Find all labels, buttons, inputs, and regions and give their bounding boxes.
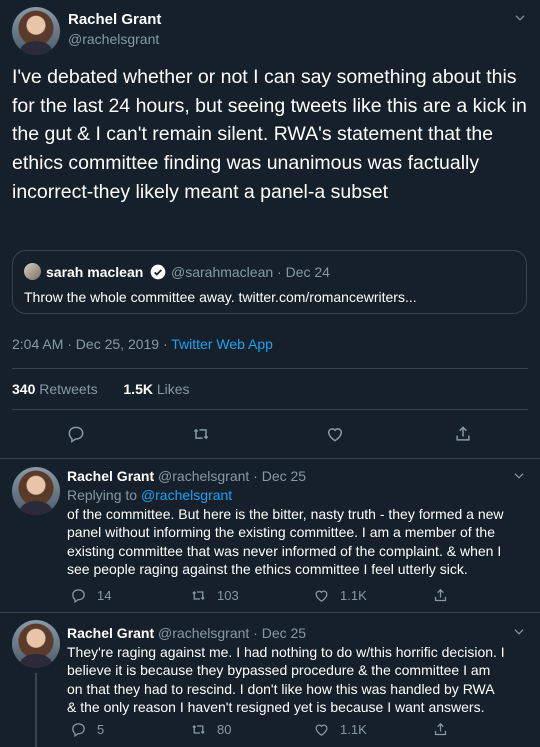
reply-icon[interactable] bbox=[65, 423, 87, 445]
author-name[interactable]: Rachel Grant bbox=[67, 625, 154, 641]
avatar[interactable] bbox=[12, 620, 60, 668]
reply-icon bbox=[72, 723, 85, 738]
reply-button[interactable]: 14 bbox=[70, 587, 111, 604]
author-name[interactable]: Rachel Grant bbox=[67, 468, 154, 484]
avatar[interactable] bbox=[12, 7, 60, 55]
retweet-button[interactable]: 103 bbox=[190, 587, 239, 604]
quoted-meta: @sarahmaclean · Dec 24 bbox=[171, 264, 330, 280]
reply-button[interactable]: 5 bbox=[70, 721, 104, 738]
retweet-count: 103 bbox=[217, 588, 239, 603]
author-handle[interactable]: @rachelsgrant bbox=[68, 31, 159, 47]
like-button[interactable]: 1.1K bbox=[313, 587, 367, 604]
engagement-stats: 340 Retweets 1.5K Likes bbox=[12, 381, 190, 397]
likes-label: Likes bbox=[156, 381, 190, 397]
author-name[interactable]: Rachel Grant bbox=[68, 11, 161, 28]
verified-badge-icon bbox=[150, 264, 166, 280]
replying-to: Replying to @rachelsgrant bbox=[67, 487, 232, 503]
share-button[interactable] bbox=[432, 587, 449, 604]
retweet-icon[interactable] bbox=[190, 423, 212, 445]
like-icon bbox=[315, 724, 328, 736]
share-button[interactable] bbox=[432, 721, 449, 738]
retweet-icon bbox=[192, 725, 205, 734]
like-count: 1.1K bbox=[340, 722, 367, 737]
reply-count: 14 bbox=[97, 588, 112, 603]
quoted-author-name: sarah maclean bbox=[46, 264, 144, 280]
reply-count: 5 bbox=[97, 722, 105, 737]
reply-meta[interactable]: @rachelsgrant · Dec 25 bbox=[158, 625, 306, 641]
retweet-count: 80 bbox=[217, 722, 232, 737]
quoted-text: Throw the whole committee away. twitter.… bbox=[24, 289, 417, 305]
timestamp-text[interactable]: 2:04 AM · Dec 25, 2019 · bbox=[12, 336, 171, 352]
divider bbox=[12, 368, 528, 369]
reply-header: Rachel Grant @rachelsgrant · Dec 25 bbox=[67, 468, 306, 484]
divider bbox=[12, 409, 528, 410]
replying-to-link[interactable]: @rachelsgrant bbox=[141, 487, 232, 503]
reply-tweet[interactable]: Rachel Grant @rachelsgrant · Dec 25 Repl… bbox=[0, 459, 540, 612]
reply-text: of the committee. But here is the bitter… bbox=[67, 506, 504, 578]
source-app-link[interactable]: Twitter Web App bbox=[171, 336, 273, 352]
share-icon bbox=[434, 722, 447, 736]
likes-count: 1.5K bbox=[123, 381, 153, 397]
retweets-stat[interactable]: 340 Retweets bbox=[12, 381, 98, 397]
reply-text: They're raging against me. I had nothing… bbox=[67, 644, 505, 716]
avatar[interactable] bbox=[12, 467, 60, 515]
reply-icon bbox=[72, 589, 85, 604]
thread-line bbox=[35, 673, 37, 747]
tweet-timestamp: 2:04 AM · Dec 25, 2019 · Twitter Web App bbox=[12, 336, 273, 352]
chevron-down-icon[interactable] bbox=[510, 623, 528, 641]
chevron-down-icon[interactable] bbox=[511, 9, 529, 27]
like-icon bbox=[315, 590, 328, 602]
retweet-icon bbox=[192, 591, 205, 600]
like-button[interactable]: 1.1K bbox=[313, 721, 367, 738]
like-count: 1.1K bbox=[340, 588, 367, 603]
replying-to-prefix: Replying to bbox=[67, 487, 141, 503]
reply-meta[interactable]: @rachelsgrant · Dec 25 bbox=[158, 468, 306, 484]
likes-stat[interactable]: 1.5K Likes bbox=[123, 381, 189, 397]
reply-tweet[interactable]: Rachel Grant @rachelsgrant · Dec 25 They… bbox=[0, 613, 540, 747]
retweet-button[interactable]: 80 bbox=[190, 721, 231, 738]
retweets-count: 340 bbox=[12, 381, 36, 397]
reply-header: Rachel Grant @rachelsgrant · Dec 25 bbox=[67, 625, 306, 641]
quoted-tweet[interactable]: sarah maclean @sarahmaclean · Dec 24 Thr… bbox=[12, 250, 527, 314]
retweets-label: Retweets bbox=[39, 381, 98, 397]
quoted-avatar bbox=[24, 263, 41, 280]
share-icon[interactable] bbox=[452, 423, 474, 445]
share-icon bbox=[434, 588, 447, 602]
tweet-text: I've debated whether or not I can say so… bbox=[12, 66, 533, 203]
like-icon[interactable] bbox=[324, 423, 346, 445]
chevron-down-icon[interactable] bbox=[510, 467, 528, 485]
